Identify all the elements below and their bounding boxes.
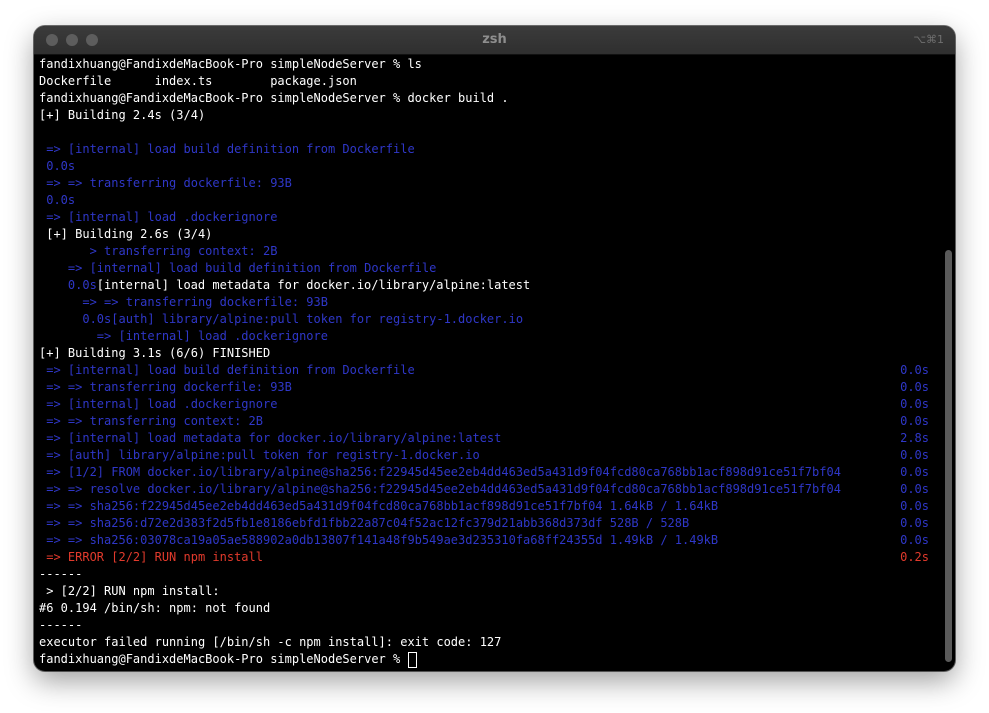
terminal-line-text: => => sha256:d72e2d383f2d5fb1e8186ebfd1f…: [39, 516, 690, 530]
terminal-line: ------: [39, 617, 929, 634]
scrollbar-thumb[interactable]: [945, 250, 952, 662]
terminal-window: zsh ⌥⌘1 fandixhuang@FandixdeMacBook-Pro …: [34, 26, 955, 671]
window-title: zsh: [482, 32, 507, 47]
terminal-line: => => transferring context: 2B 0.0s: [39, 413, 929, 430]
terminal-line: 0.0s: [39, 158, 929, 175]
terminal-line: #6 0.194 /bin/sh: npm: not found: [39, 600, 929, 617]
terminal-line-text: fandixhuang@FandixdeMacBook-Pro simpleNo…: [39, 57, 422, 71]
terminal-line: => ERROR [2/2] RUN npm install 0.2s: [39, 549, 929, 566]
terminal-line-text: => [internal] load .dockerignore: [39, 210, 278, 224]
terminal-line-text: fandixhuang@FandixdeMacBook-Pro simpleNo…: [39, 652, 408, 666]
terminal-line: [+] Building 3.1s (6/6) FINISHED: [39, 345, 929, 362]
terminal-line-duration: 0.0s: [900, 499, 929, 513]
terminal-line-text: => [auth] library/alpine:pull token for …: [39, 448, 480, 462]
terminal-line: 0.0s: [39, 192, 929, 209]
terminal-line-duration: 0.0s: [900, 465, 929, 479]
text-cursor: [408, 652, 418, 668]
terminal-line-text: => [internal] load build definition from…: [39, 363, 415, 377]
terminal-line-text: => [internal] load build definition from…: [39, 261, 437, 275]
terminal-line: 0.0s [internal] load metadata for docker.…: [39, 277, 929, 294]
terminal-line-text: => [1/2] FROM docker.io/library/alpine@s…: [39, 465, 841, 479]
terminal-line-text: Dockerfile index.ts package.json: [39, 74, 357, 88]
terminal-line: 0.0s[auth] library/alpine:pull token for…: [39, 311, 929, 328]
terminal-line: > [2/2] RUN npm install:: [39, 583, 929, 600]
terminal-line-text: [+] Building 3.1s (6/6) FINISHED: [39, 346, 271, 360]
terminal-line-text: > [2/2] RUN npm install:: [39, 584, 220, 598]
terminal-line-text: ------: [39, 618, 83, 632]
terminal-line-duration: 0.0s: [900, 414, 929, 428]
terminal-line-text: executor failed running [/bin/sh -c npm …: [39, 635, 502, 649]
terminal-line: => [auth] library/alpine:pull token for …: [39, 447, 929, 464]
terminal-line-text: => => sha256:03078ca19a05ae588902a0db138…: [39, 533, 719, 547]
terminal-output[interactable]: fandixhuang@FandixdeMacBook-Pro simpleNo…: [34, 55, 955, 671]
terminal-line: fandixhuang@FandixdeMacBook-Pro simpleNo…: [39, 56, 929, 73]
terminal-line: [+] Building 2.4s (3/4): [39, 107, 929, 124]
terminal-line-duration: 0.0s: [900, 482, 929, 496]
title-bar[interactable]: zsh ⌥⌘1: [34, 26, 955, 55]
terminal-line: => [internal] load build definition from…: [39, 362, 929, 379]
terminal-line: Dockerfile index.ts package.json: [39, 73, 929, 90]
terminal-line: => => resolve docker.io/library/alpine@s…: [39, 481, 929, 498]
terminal-line-text: => => transferring dockerfile: 93B: [39, 380, 292, 394]
terminal-line-text: > transferring context: 2B: [39, 244, 278, 258]
terminal-line: => [internal] load .dockerignore 0.0s: [39, 396, 929, 413]
terminal-line-text: 0.0s[auth] library/alpine:pull token for…: [39, 312, 524, 326]
terminal-line-duration: 0.0s: [900, 516, 929, 530]
terminal-line-duration: 0.0s: [900, 363, 929, 377]
terminal-line-text: => => transferring context: 2B: [39, 414, 263, 428]
terminal-line: => => sha256:f22945d45ee2eb4dd463ed5a431…: [39, 498, 929, 515]
terminal-line-text: => => transferring dockerfile: 93B: [39, 176, 292, 190]
terminal-line: => => transferring dockerfile: 93B: [39, 294, 929, 311]
terminal-line: ------: [39, 566, 929, 583]
terminal-line: [+] Building 2.6s (3/4): [39, 226, 929, 243]
window-shortcut: ⌥⌘1: [913, 33, 944, 46]
terminal-line-text: => [internal] load .dockerignore: [39, 329, 328, 343]
terminal-line: => [internal] load .dockerignore: [39, 328, 929, 345]
terminal-line: => => sha256:03078ca19a05ae588902a0db138…: [39, 532, 929, 549]
terminal-line: executor failed running [/bin/sh -c npm …: [39, 634, 929, 651]
terminal-line-duration: 0.0s: [900, 533, 929, 547]
terminal-line: => => transferring dockerfile: 93B 0.0s: [39, 379, 929, 396]
terminal-line-duration: 0.2s: [900, 550, 929, 564]
terminal-line: fandixhuang@FandixdeMacBook-Pro simpleNo…: [39, 90, 929, 107]
terminal-line-text: [+] Building 2.6s (3/4): [39, 227, 213, 241]
terminal-line: > transferring context: 2B: [39, 243, 929, 260]
terminal-line: => => sha256:d72e2d383f2d5fb1e8186ebfd1f…: [39, 515, 929, 532]
terminal-line-text: fandixhuang@FandixdeMacBook-Pro simpleNo…: [39, 91, 509, 105]
terminal-line-text: => [internal] load metadata for docker.i…: [39, 431, 502, 445]
terminal-line-text: => [internal] load build definition from…: [39, 142, 415, 156]
terminal-line-text: => [internal] load .dockerignore: [39, 397, 278, 411]
terminal-line-duration: 0.0s: [900, 448, 929, 462]
terminal-line-text: => => transferring dockerfile: 93B: [39, 295, 328, 309]
terminal-line-text: 0.0s: [39, 159, 76, 173]
terminal-line: => [internal] load build definition from…: [39, 141, 929, 158]
terminal-line-text: => => resolve docker.io/library/alpine@s…: [39, 482, 841, 496]
terminal-line-text-extra: [internal] load metadata for docker.io/l…: [96, 278, 531, 292]
terminal-line-text: 0.0s: [39, 278, 97, 292]
terminal-line-text: 0.0s: [39, 193, 76, 207]
terminal-line-text: => => sha256:f22945d45ee2eb4dd463ed5a431…: [39, 499, 719, 513]
terminal-line-text: => ERROR [2/2] RUN npm install: [39, 550, 263, 564]
terminal-line-duration: 0.0s: [900, 397, 929, 411]
terminal-line: => [internal] load build definition from…: [39, 260, 929, 277]
terminal-line-duration: 2.8s: [900, 431, 929, 445]
terminal-line-text: [+] Building 2.4s (3/4): [39, 108, 206, 122]
terminal-line: => [internal] load .dockerignore: [39, 209, 929, 226]
terminal-line: => => transferring dockerfile: 93B: [39, 175, 929, 192]
terminal-line: => [internal] load metadata for docker.i…: [39, 430, 929, 447]
terminal-line-text: ------: [39, 567, 83, 581]
terminal-line: fandixhuang@FandixdeMacBook-Pro simpleNo…: [39, 651, 929, 668]
terminal-line: => [1/2] FROM docker.io/library/alpine@s…: [39, 464, 929, 481]
terminal-line-text: #6 0.194 /bin/sh: npm: not found: [39, 601, 271, 615]
terminal-line-duration: 0.0s: [900, 380, 929, 394]
